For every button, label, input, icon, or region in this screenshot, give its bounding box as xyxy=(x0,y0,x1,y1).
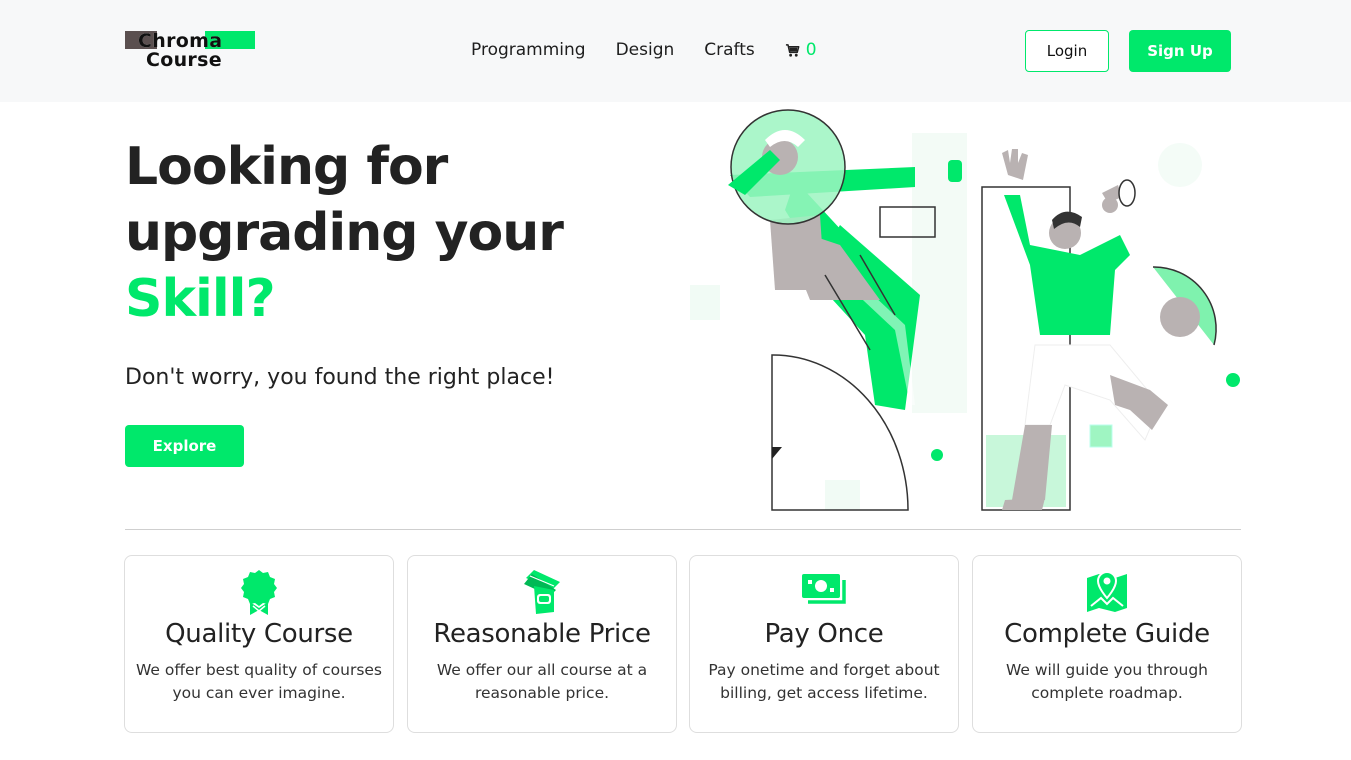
nav-item-programming[interactable]: Programming xyxy=(471,38,586,62)
signup-button[interactable]: Sign Up xyxy=(1129,30,1231,72)
feature-title: Pay Once xyxy=(764,619,884,649)
banknote-icon xyxy=(802,574,846,604)
feature-card-quality: Quality Course We offer best quality of … xyxy=(124,555,394,733)
money-hand-icon xyxy=(524,570,560,614)
feature-title: Quality Course xyxy=(165,619,353,649)
feature-text: We offer our all course at a reasonable … xyxy=(436,661,648,702)
explore-button[interactable]: Explore xyxy=(125,425,244,467)
cart-count: 0 xyxy=(805,40,817,60)
feature-card-guide: Complete Guide We will guide you through… xyxy=(972,555,1242,733)
nav-item-crafts[interactable]: Crafts xyxy=(704,38,755,62)
feature-card-price: Reasonable Price We offer our all course… xyxy=(407,555,677,733)
nav-item-design[interactable]: Design xyxy=(616,38,675,62)
hero-title: Looking for upgrading your Skill? xyxy=(125,134,564,332)
feature-text: We offer best quality of courses you can… xyxy=(135,661,383,702)
hero-illustration xyxy=(690,109,1240,511)
map-pin-icon xyxy=(1087,570,1127,612)
site-header: Chroma Course Programming Design Crafts … xyxy=(0,0,1351,102)
main-nav: Programming Design Crafts 0 xyxy=(471,38,817,62)
cart-icon xyxy=(785,43,800,57)
brand-logo[interactable]: Chroma Course xyxy=(125,30,260,74)
award-badge-icon xyxy=(241,570,277,615)
logo-line1: Chroma xyxy=(138,30,223,52)
section-divider xyxy=(125,529,1241,530)
login-button[interactable]: Login xyxy=(1025,30,1109,72)
feature-title: Complete Guide xyxy=(1004,619,1210,649)
hero-title-line1: Looking for xyxy=(125,137,448,197)
feature-text: Pay onetime and forget about billing, ge… xyxy=(708,661,940,702)
hero-subtitle: Don't worry, you found the right place! xyxy=(125,365,555,390)
feature-title: Reasonable Price xyxy=(433,619,651,649)
feature-text: We will guide you through complete roadm… xyxy=(1006,661,1208,702)
hero-title-line2: upgrading your xyxy=(125,203,564,263)
features-section: Quality Course We offer best quality of … xyxy=(124,555,1242,733)
cart-link[interactable]: 0 xyxy=(785,38,817,62)
logo-line2: Course xyxy=(146,49,222,71)
feature-card-pay: Pay Once Pay onetime and forget about bi… xyxy=(689,555,959,733)
hero-title-accent: Skill? xyxy=(125,269,276,329)
